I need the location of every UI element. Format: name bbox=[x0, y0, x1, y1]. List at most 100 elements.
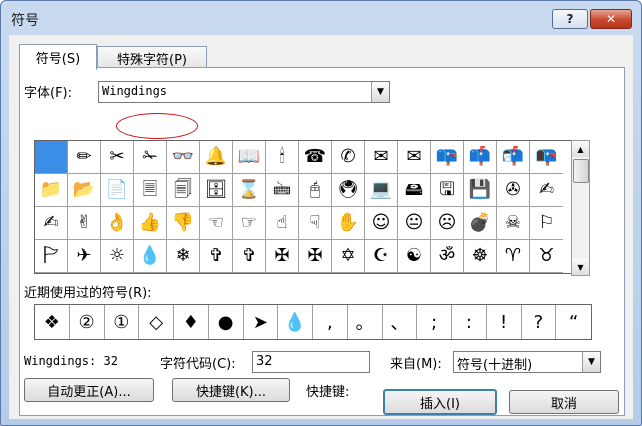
symbol-cell[interactable]: 📬 bbox=[497, 141, 530, 174]
symbol-cell[interactable]: 🗄 bbox=[200, 174, 233, 207]
symbol-cell[interactable]: ☝ bbox=[266, 207, 299, 240]
symbol-cell[interactable]: ☠ bbox=[497, 207, 530, 240]
symbol-cell[interactable]: 🗐 bbox=[167, 174, 200, 207]
recent-symbol-cell[interactable]: ; bbox=[417, 305, 452, 339]
scroll-down-icon[interactable]: ▼ bbox=[572, 259, 589, 275]
symbol-cell[interactable]: ⌛ bbox=[233, 174, 266, 207]
symbol-grid[interactable]: ✏ ✂ ✁ 👓 🔔 📖 🕯 ☎ ✆ ✉ ✉ 📪 📫 📬 📭 📁 📂 📄 🗏 🗐 🗄 ⌛ 🖮 🖰 🖲 💻 🖴 🖫 💾 ✇ ✍ ✍ ✌ 👌 👍 👎 ☜ ☞ ☝ ☟… bbox=[34, 140, 572, 274]
symbol-cell[interactable]: 📫 bbox=[464, 141, 497, 174]
font-select[interactable]: Wingdings ▼ bbox=[98, 81, 390, 103]
symbol-cell[interactable]: 💾 bbox=[464, 174, 497, 207]
symbol-cell[interactable]: ☼ bbox=[101, 240, 134, 273]
recent-symbol-cell[interactable]: “ bbox=[556, 305, 591, 339]
recent-symbol-cell[interactable]: 、 bbox=[383, 305, 418, 339]
symbol-cell[interactable]: 📪 bbox=[431, 141, 464, 174]
recent-symbol-cell[interactable]: ● bbox=[209, 305, 244, 339]
scrollbar-thumb[interactable] bbox=[573, 159, 589, 183]
cancel-button[interactable]: 取消 bbox=[509, 390, 619, 414]
recent-symbol-cell[interactable]: : bbox=[452, 305, 487, 339]
symbol-cell[interactable]: ☪ bbox=[365, 240, 398, 273]
symbol-cell[interactable]: ✠ bbox=[299, 240, 332, 273]
symbol-cell[interactable] bbox=[35, 141, 68, 174]
from-select[interactable]: 符号(十进制) ▼ bbox=[453, 351, 601, 373]
symbol-cell[interactable]: 📖 bbox=[233, 141, 266, 174]
symbol-cell[interactable]: ☞ bbox=[233, 207, 266, 240]
symbol-cell[interactable]: 🖲 bbox=[332, 174, 365, 207]
tab-special-characters[interactable]: 特殊字符(P) bbox=[97, 46, 207, 69]
symbol-cell[interactable]: 🖴 bbox=[398, 174, 431, 207]
symbol-cell[interactable]: ❄ bbox=[167, 240, 200, 273]
character-code-label: 字符代码(C): bbox=[160, 357, 236, 372]
symbol-cell[interactable]: 🖫 bbox=[431, 174, 464, 207]
symbol-cell[interactable]: ✆ bbox=[332, 141, 365, 174]
symbol-cell[interactable]: 👍 bbox=[134, 207, 167, 240]
symbol-cell[interactable]: ✉ bbox=[365, 141, 398, 174]
symbol-cell[interactable]: 🖮 bbox=[266, 174, 299, 207]
symbol-cell[interactable]: ☯ bbox=[398, 240, 431, 273]
symbol-cell[interactable]: ⚐ bbox=[530, 207, 563, 240]
symbol-cell[interactable]: 😐 bbox=[398, 207, 431, 240]
symbol-cell[interactable]: 👌 bbox=[101, 207, 134, 240]
insert-button[interactable]: 插入(I) bbox=[383, 389, 497, 415]
recent-symbol-cell[interactable]: 。 bbox=[348, 305, 383, 339]
symbol-cell[interactable]: ✞ bbox=[233, 240, 266, 273]
symbol-cell[interactable]: 👎 bbox=[167, 207, 200, 240]
symbol-cell[interactable]: 🗏 bbox=[134, 174, 167, 207]
symbol-cell[interactable]: 🏱 bbox=[35, 240, 68, 273]
chevron-down-icon[interactable]: ▼ bbox=[582, 352, 600, 372]
recent-symbol-cell[interactable]: ! bbox=[487, 305, 522, 339]
symbol-cell[interactable]: 🔔 bbox=[200, 141, 233, 174]
character-code-input[interactable]: 32 bbox=[252, 351, 370, 373]
recent-symbols[interactable]: ❖ ② ① ◇ ♦ ● ➤ 💧,。、;:!? “ bbox=[34, 304, 592, 340]
symbol-cell[interactable]: ✡ bbox=[332, 240, 365, 273]
symbol-cell[interactable]: ✈ bbox=[68, 240, 101, 273]
symbol-cell[interactable]: ☹ bbox=[431, 207, 464, 240]
symbol-cell[interactable]: 💧 bbox=[134, 240, 167, 273]
symbol-cell[interactable]: ♉ bbox=[530, 240, 563, 273]
symbol-cell[interactable]: ✁ bbox=[134, 141, 167, 174]
symbol-cell[interactable]: ✂ bbox=[101, 141, 134, 174]
symbol-cell[interactable]: 📂 bbox=[68, 174, 101, 207]
symbol-cell[interactable]: 📭 bbox=[530, 141, 563, 174]
scroll-up-icon[interactable]: ▲ bbox=[572, 141, 589, 157]
recent-symbol-cell[interactable]: ② bbox=[70, 305, 105, 339]
symbol-cell[interactable]: 👓 bbox=[167, 141, 200, 174]
symbol-cell[interactable]: ☜ bbox=[200, 207, 233, 240]
symbol-cell[interactable]: ✍ bbox=[530, 174, 563, 207]
symbol-cell[interactable]: ✇ bbox=[497, 174, 530, 207]
recent-symbol-cell[interactable]: ◇ bbox=[139, 305, 174, 339]
symbol-cell[interactable]: 📁 bbox=[35, 174, 68, 207]
symbol-cell[interactable]: ☎ bbox=[299, 141, 332, 174]
chevron-down-icon[interactable]: ▼ bbox=[371, 82, 389, 102]
symbol-cell[interactable]: 🕯 bbox=[266, 141, 299, 174]
tab-symbols[interactable]: 符号(S) bbox=[19, 44, 97, 70]
symbol-cell[interactable]: ☸ bbox=[464, 240, 497, 273]
recent-symbol-cell[interactable]: ➤ bbox=[244, 305, 279, 339]
autocorrect-button[interactable]: 自动更正(A)... bbox=[24, 378, 154, 402]
symbol-cell[interactable]: 💣 bbox=[464, 207, 497, 240]
symbol-cell[interactable]: ♈ bbox=[497, 240, 530, 273]
close-button[interactable]: ✕ bbox=[590, 9, 632, 29]
symbol-cell[interactable]: ☟ bbox=[299, 207, 332, 240]
symbol-cell[interactable]: ✠ bbox=[266, 240, 299, 273]
recent-symbol-cell[interactable]: ① bbox=[105, 305, 140, 339]
symbol-grid-scrollbar[interactable]: ▲ ▼ bbox=[571, 140, 590, 276]
recent-symbol-cell[interactable]: ❖ bbox=[35, 305, 70, 339]
help-button[interactable]: ? bbox=[552, 9, 588, 29]
recent-symbol-cell[interactable]: ♦ bbox=[174, 305, 209, 339]
symbol-cell[interactable]: 🖰 bbox=[299, 174, 332, 207]
symbol-cell[interactable]: 📄 bbox=[101, 174, 134, 207]
symbol-cell[interactable]: ॐ bbox=[431, 240, 464, 273]
symbol-cell[interactable]: ✞ bbox=[200, 240, 233, 273]
shortcut-key-button[interactable]: 快捷键(K)... bbox=[172, 378, 290, 402]
symbol-cell[interactable]: ✋ bbox=[332, 207, 365, 240]
symbol-cell[interactable]: ✉ bbox=[398, 141, 431, 174]
symbol-cell[interactable]: ☺ bbox=[365, 207, 398, 240]
recent-symbol-cell[interactable]: 💧 bbox=[278, 305, 313, 339]
recent-symbol-cell[interactable]: , bbox=[313, 305, 348, 339]
symbol-cell[interactable]: 💻 bbox=[365, 174, 398, 207]
recent-symbol-cell[interactable]: ? bbox=[522, 305, 557, 339]
symbol-cell[interactable]: ✏ bbox=[68, 141, 101, 174]
symbol-cell[interactable]: ✍ bbox=[35, 207, 68, 240]
symbol-cell[interactable]: ✌ bbox=[68, 207, 101, 240]
